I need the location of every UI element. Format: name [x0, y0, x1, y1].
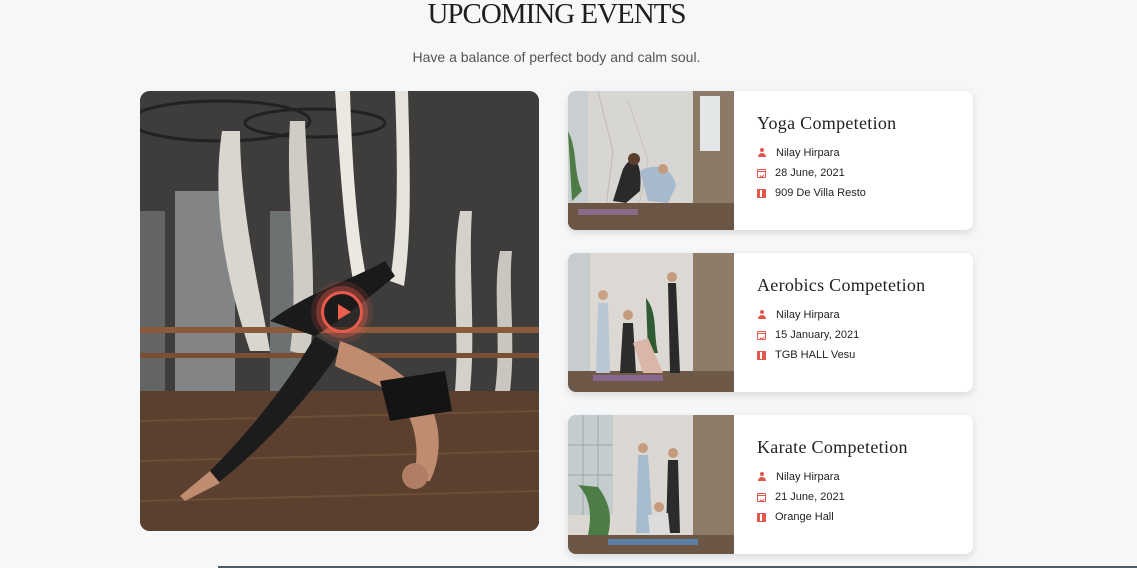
event-date: 15 January, 2021: [757, 327, 859, 343]
date-text: 21 June, 2021: [775, 491, 845, 503]
location-text: 909 De Villa Resto: [775, 187, 866, 199]
event-card[interactable]: Karate Competetion Nilay Hirpara 21 June…: [568, 415, 973, 554]
event-details: Yoga Competetion Nilay Hirpara 28 June, …: [757, 91, 973, 230]
event-location: Orange Hall: [757, 509, 834, 525]
user-icon: [757, 472, 767, 482]
section-subtitle: Have a balance of perfect body and calm …: [412, 49, 701, 65]
play-icon: [337, 304, 351, 320]
location-text: TGB HALL Vesu: [775, 349, 856, 361]
event-date: 28 June, 2021: [757, 165, 845, 181]
organizer-name: Nilay Hirpara: [776, 309, 840, 321]
date-text: 28 June, 2021: [775, 167, 845, 179]
date-text: 15 January, 2021: [775, 329, 860, 341]
user-icon: [757, 310, 767, 320]
featured-video[interactable]: [140, 91, 539, 531]
event-image: [568, 415, 734, 554]
event-image: [568, 91, 734, 230]
map-icon: [757, 350, 766, 360]
event-title[interactable]: Karate Competetion: [757, 437, 908, 458]
event-organizer: Nilay Hirpara: [757, 307, 840, 323]
organizer-name: Nilay Hirpara: [776, 471, 840, 483]
event-title[interactable]: Yoga Competetion: [757, 113, 896, 134]
event-details: Aerobics Competetion Nilay Hirpara 15 Ja…: [757, 253, 973, 392]
calendar-icon: [757, 330, 766, 340]
event-image: [568, 253, 734, 392]
event-details: Karate Competetion Nilay Hirpara 21 June…: [757, 415, 973, 554]
calendar-icon: [757, 168, 766, 178]
user-icon: [757, 148, 767, 158]
event-organizer: Nilay Hirpara: [757, 469, 840, 485]
calendar-icon: [757, 492, 766, 502]
section-title: UPCOMING EVENTS: [427, 0, 686, 30]
event-card[interactable]: Yoga Competetion Nilay Hirpara 28 June, …: [568, 91, 973, 230]
map-icon: [757, 512, 766, 522]
event-organizer: Nilay Hirpara: [757, 145, 840, 161]
location-text: Orange Hall: [775, 511, 834, 523]
event-date: 21 June, 2021: [757, 489, 845, 505]
organizer-name: Nilay Hirpara: [776, 147, 840, 159]
event-location: TGB HALL Vesu: [757, 347, 855, 363]
map-icon: [757, 188, 766, 198]
event-location: 909 De Villa Resto: [757, 185, 866, 201]
play-video-button[interactable]: [321, 291, 363, 333]
event-card[interactable]: Aerobics Competetion Nilay Hirpara 15 Ja…: [568, 253, 973, 392]
event-title[interactable]: Aerobics Competetion: [757, 275, 925, 296]
